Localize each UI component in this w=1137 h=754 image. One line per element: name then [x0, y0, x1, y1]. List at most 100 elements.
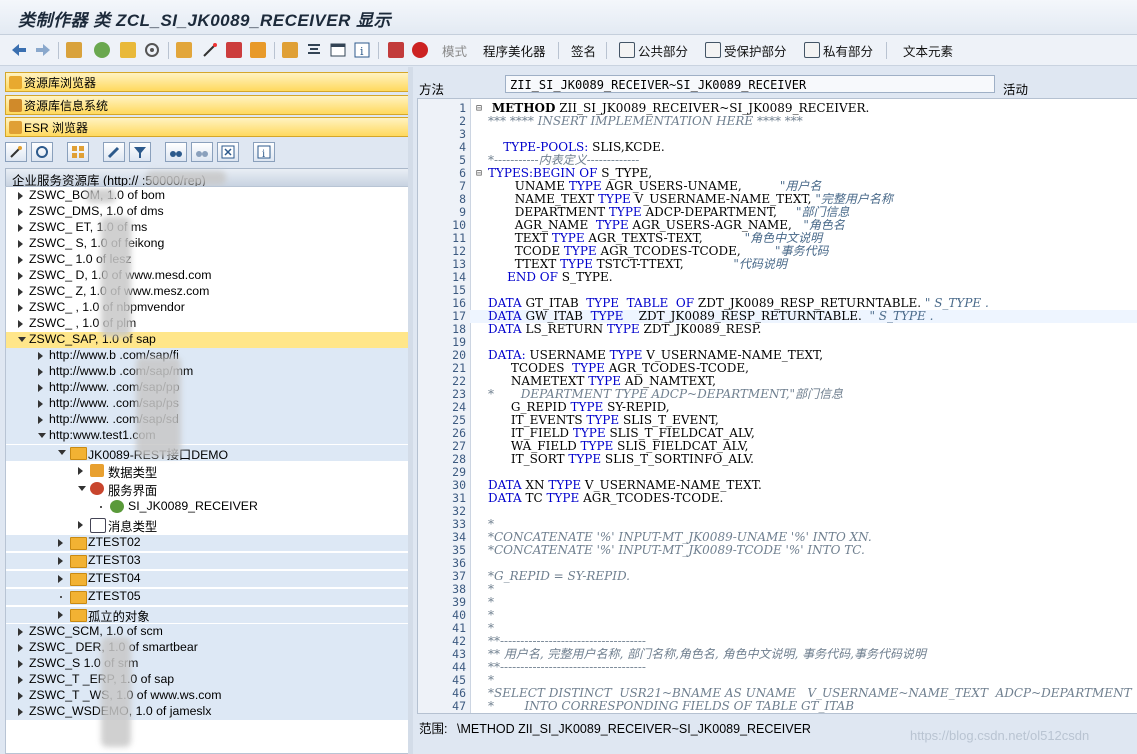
forward-icon[interactable]: [34, 40, 52, 60]
tree-row[interactable]: ZTEST05: [6, 589, 408, 605]
tree-row[interactable]: ZSWC_ DER, 1.0 of smartbear: [6, 640, 408, 656]
hierarchy-icon[interactable]: [176, 40, 192, 60]
collapse-arrow-icon[interactable]: [38, 433, 46, 438]
tree-row[interactable]: ZSWC_ Z, 1.0 of www.mesz.com: [6, 284, 408, 300]
filter-icon[interactable]: [129, 142, 151, 162]
move-icon[interactable]: [250, 40, 266, 60]
code-editor[interactable]: 1 ⊟ METHOD ZII_SI_JK0089_RECEIVER~SI_JK00…: [417, 98, 1137, 714]
expand-arrow-icon[interactable]: [18, 320, 23, 328]
collapse-arrow-icon[interactable]: [18, 337, 26, 342]
tree-row[interactable]: 孤立的对象: [6, 607, 408, 624]
edit-icon[interactable]: [103, 142, 125, 162]
tree-row[interactable]: JK0089-REST接口DEMO: [6, 445, 408, 462]
expand-arrow-icon[interactable]: [58, 557, 63, 565]
public-section-button[interactable]: 公共部分: [619, 40, 688, 60]
tree-row[interactable]: ZSWC_SAP, 1.0 of sap: [6, 332, 408, 348]
tree-row[interactable]: ZTEST02: [6, 535, 408, 551]
expand-arrow-icon[interactable]: [18, 272, 23, 280]
expand-arrow-icon[interactable]: [18, 304, 23, 312]
grid-icon[interactable]: [67, 142, 89, 162]
code-line[interactable]: **------------------------------------: [488, 661, 646, 674]
code-line[interactable]: * INTO CORRESPONDING FIELDS OF TABLE GT_…: [488, 700, 854, 713]
expand-arrow-icon[interactable]: [18, 192, 23, 200]
expand-arrow-icon[interactable]: [38, 384, 43, 392]
tree-row[interactable]: ZSWC_T _ERP, 1.0 of sap: [6, 672, 408, 688]
where-used-icon[interactable]: [144, 40, 160, 60]
expand-arrow-icon[interactable]: [18, 692, 23, 700]
tree-row[interactable]: http://www. .com/sap/pp: [6, 380, 408, 396]
expand-arrow-icon[interactable]: [18, 708, 23, 716]
tree-row[interactable]: ZSWC_WSDEMO, 1.0 of jameslx: [6, 704, 408, 720]
expand-arrow-icon[interactable]: [38, 368, 43, 376]
repo-info-button[interactable]: 资源库信息系统: [5, 95, 409, 115]
signature-button[interactable]: 签名: [571, 40, 596, 60]
navigator-icon[interactable]: [226, 40, 242, 60]
tree-row[interactable]: ZSWC_ S, 1.0 of feikong: [6, 236, 408, 252]
tree-row[interactable]: 数据类型: [6, 463, 408, 480]
expand-arrow-icon[interactable]: [18, 208, 23, 216]
align-icon[interactable]: [306, 40, 322, 60]
code-line[interactable]: DATA LS_RETURN TYPE ZDT_JK0089_RESP.: [488, 323, 761, 336]
tree-row[interactable]: 消息类型: [6, 517, 408, 534]
code-line[interactable]: *G_REPID = SY-REPID.: [488, 570, 630, 583]
tree-row[interactable]: http://www.b .com/sap/fi: [6, 348, 408, 364]
protected-section-button[interactable]: 受保护部分: [705, 40, 787, 60]
tree-row[interactable]: ZSWC_ , 1.0 of plm: [6, 316, 408, 332]
expand-arrow-icon[interactable]: [18, 224, 23, 232]
close-icon[interactable]: [217, 142, 239, 162]
tree-row[interactable]: ZSWC_ 1.0 of lesz: [6, 252, 408, 268]
expand-arrow-icon[interactable]: [18, 660, 23, 668]
expand-arrow-icon[interactable]: [58, 575, 63, 583]
wand-icon[interactable]: [202, 40, 218, 60]
tree-row[interactable]: http:www.test1.com: [6, 428, 408, 444]
object-list-icon[interactable]: [282, 40, 298, 60]
info-icon[interactable]: i: [354, 40, 370, 60]
esr-browser-button[interactable]: ESR 浏览器: [5, 117, 409, 137]
wand-icon[interactable]: [5, 142, 27, 162]
expand-arrow-icon[interactable]: [18, 256, 23, 264]
tree-row[interactable]: ZSWC_SCM, 1.0 of scm: [6, 624, 408, 640]
window-icon[interactable]: [330, 40, 346, 60]
mode-button[interactable]: 模式: [442, 40, 467, 60]
expand-arrow-icon[interactable]: [58, 539, 63, 547]
tree-row[interactable]: ZSWC_DMS, 1.0 of dms: [6, 204, 408, 220]
tree-row[interactable]: ZSWC_BOM, 1.0 of bom: [6, 188, 408, 204]
other-object-icon[interactable]: [66, 40, 82, 60]
activate-icon[interactable]: [120, 40, 136, 60]
tree-row[interactable]: ZSWC_S 1.0 of srm: [6, 656, 408, 672]
fold-toggle-icon[interactable]: ⊟: [476, 167, 482, 180]
text-elements-button[interactable]: 文本元素: [903, 40, 953, 60]
repo-browser-button[interactable]: 资源库浏览器: [5, 72, 409, 92]
expand-arrow-icon[interactable]: [18, 240, 23, 248]
pretty-printer-button[interactable]: 程序美化器: [483, 40, 546, 60]
code-line[interactable]: END OF S_TYPE.: [488, 271, 613, 284]
expand-arrow-icon[interactable]: [18, 628, 23, 636]
tree-row[interactable]: ZSWC_ D, 1.0 of www.mesd.com: [6, 268, 408, 284]
collapse-arrow-icon[interactable]: [58, 450, 66, 455]
code-line[interactable]: *CONCATENATE '%' INPUT-MT_JK0089-TCODE '…: [488, 544, 865, 557]
expand-arrow-icon[interactable]: [38, 416, 43, 424]
info-icon[interactable]: i: [253, 142, 275, 162]
breakpoint-icon[interactable]: [388, 40, 404, 60]
tree-row[interactable]: SI_JK0089_RECEIVER: [6, 499, 408, 515]
code-line[interactable]: IT_SORT TYPE SLIS_T_SORTINFO_ALV.: [488, 453, 754, 466]
expand-arrow-icon[interactable]: [78, 467, 83, 475]
tree-row[interactable]: http://www.b .com/sap/mm: [6, 364, 408, 380]
method-field[interactable]: ZII_SI_JK0089_RECEIVER~SI_JK0089_RECEIVE…: [505, 75, 995, 93]
display-change-icon[interactable]: [94, 40, 110, 60]
tree-row[interactable]: ZSWC_ ET, 1.0 of ms: [6, 220, 408, 236]
code-line[interactable]: DATA TC TYPE AGR_TCODES-TCODE.: [488, 492, 723, 505]
expand-arrow-icon[interactable]: [18, 676, 23, 684]
expand-arrow-icon[interactable]: [58, 611, 63, 619]
find-next-icon[interactable]: [191, 142, 213, 162]
back-icon[interactable]: [10, 40, 28, 60]
tree-row[interactable]: ZTEST03: [6, 553, 408, 569]
expand-arrow-icon[interactable]: [38, 352, 43, 360]
expand-arrow-icon[interactable]: [18, 644, 23, 652]
tree-row[interactable]: 服务界面: [6, 481, 408, 498]
private-section-button[interactable]: 私有部分: [804, 40, 873, 60]
tree-row[interactable]: ZSWC_ , 1.0 of nbpmvendor: [6, 300, 408, 316]
expand-arrow-icon[interactable]: [18, 288, 23, 296]
tree-row[interactable]: http://www. .com/sap/ps: [6, 396, 408, 412]
expand-arrow-icon[interactable]: [38, 400, 43, 408]
